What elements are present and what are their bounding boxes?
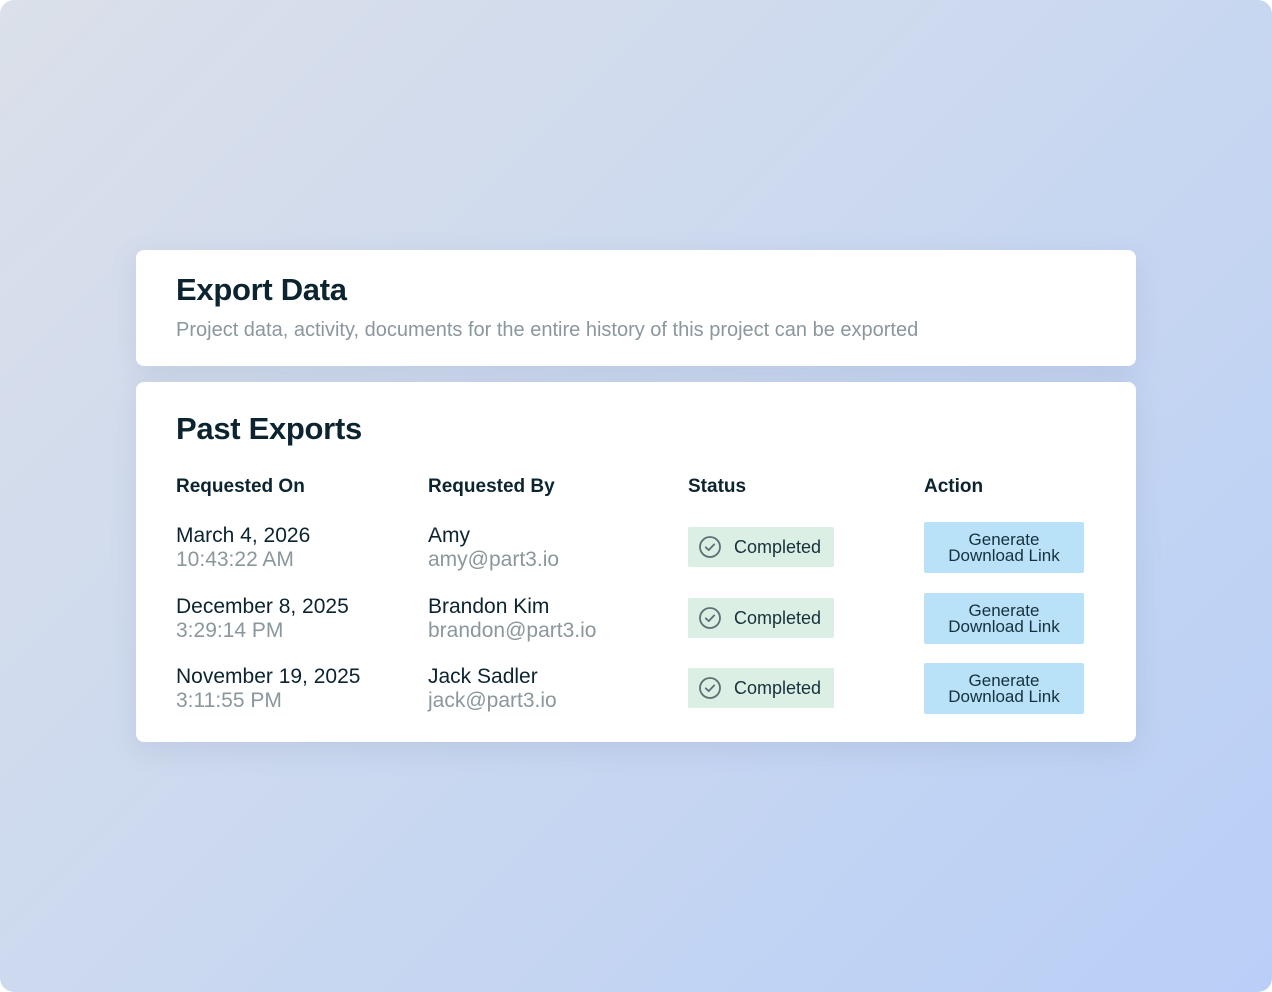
- requester-email: jack@part3.io: [428, 689, 557, 712]
- export-data-title: Export Data: [176, 272, 347, 307]
- past-exports-card: Past Exports Requested On Requested By S…: [136, 382, 1136, 742]
- column-header-requested-on: Requested On: [176, 476, 305, 497]
- export-time: 3:29:14 PM: [176, 619, 284, 642]
- check-circle-icon: [699, 536, 721, 558]
- requester-name: Amy: [428, 524, 470, 547]
- status-label: Completed: [734, 607, 822, 628]
- status-badge: Completed: [688, 668, 834, 708]
- generate-download-link-button[interactable]: Generate Download Link: [924, 593, 1084, 644]
- export-date: November 19, 2025: [176, 665, 361, 688]
- requested-on-cell: December 8, 2025 3:29:14 PM: [176, 595, 349, 643]
- status-badge: Completed: [688, 598, 834, 638]
- requested-on-cell: March 4, 2026 10:43:22 AM: [176, 524, 310, 572]
- past-exports-title: Past Exports: [176, 411, 362, 446]
- requested-by-cell: Brandon Kim brandon@part3.io: [428, 595, 596, 643]
- requester-name: Brandon Kim: [428, 595, 550, 618]
- requested-by-cell: Jack Sadler jack@part3.io: [428, 665, 557, 713]
- column-header-requested-by: Requested By: [428, 476, 555, 497]
- export-time: 3:11:55 PM: [176, 689, 282, 712]
- status-label: Completed: [734, 677, 822, 698]
- status-badge: Completed: [688, 527, 834, 567]
- export-time: 10:43:22 AM: [176, 548, 294, 571]
- generate-download-link-button[interactable]: Generate Download Link: [924, 522, 1084, 573]
- requester-name: Jack Sadler: [428, 665, 538, 688]
- column-header-action: Action: [924, 476, 984, 497]
- check-circle-icon: [699, 677, 721, 699]
- table-row: December 8, 2025 3:29:14 PM Brandon Kim …: [136, 593, 1136, 651]
- table-row: March 4, 2026 10:43:22 AM Amy amy@part3.…: [136, 522, 1136, 580]
- requester-email: brandon@part3.io: [428, 619, 597, 642]
- column-header-status: Status: [688, 476, 747, 497]
- table-row: November 19, 2025 3:11:55 PM Jack Sadler…: [136, 663, 1136, 721]
- requester-email: amy@part3.io: [428, 548, 560, 571]
- status-label: Completed: [734, 536, 822, 557]
- generate-download-link-button[interactable]: Generate Download Link: [924, 663, 1084, 714]
- export-data-description: Project data, activity, documents for th…: [176, 319, 919, 341]
- requested-on-cell: November 19, 2025 3:11:55 PM: [176, 665, 360, 713]
- export-date: March 4, 2026: [176, 524, 311, 547]
- export-date: December 8, 2025: [176, 595, 349, 618]
- requested-by-cell: Amy amy@part3.io: [428, 524, 559, 572]
- page-background: Export Data Project data, activity, docu…: [0, 0, 1272, 992]
- export-data-card: Export Data Project data, activity, docu…: [136, 250, 1136, 366]
- check-circle-icon: [699, 607, 721, 629]
